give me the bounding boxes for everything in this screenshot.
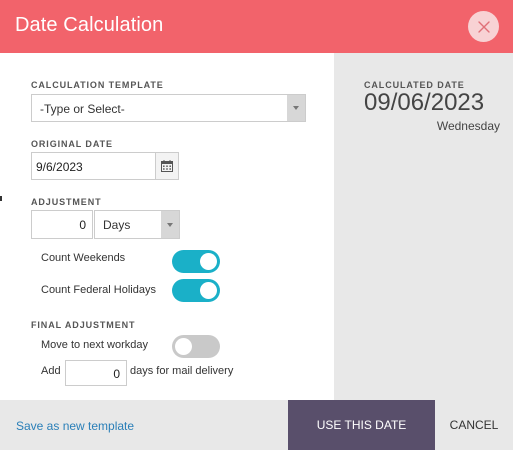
next-workday-label: Move to next workday: [41, 339, 148, 351]
edge-marker: [0, 196, 2, 201]
adjustment-amount-input[interactable]: 0: [31, 210, 93, 239]
adjustment-unit-select[interactable]: Days: [94, 210, 180, 239]
dialog-header: Date Calculation: [0, 0, 513, 53]
cancel-button[interactable]: CANCEL: [435, 400, 513, 450]
adjustment-unit-value: Days: [103, 218, 131, 232]
toggle-knob: [175, 338, 192, 355]
save-as-template-link[interactable]: Save as new template: [16, 419, 134, 433]
mail-days-value: 0: [113, 367, 120, 381]
calendar-icon: [161, 160, 173, 172]
close-icon: [477, 20, 490, 33]
next-workday-toggle[interactable]: [172, 335, 220, 358]
adjustment-label: ADJUSTMENT: [31, 197, 102, 207]
mail-days-input[interactable]: 0: [65, 360, 127, 386]
original-date-value: 9/6/2023: [36, 160, 83, 174]
count-holidays-toggle[interactable]: [172, 279, 220, 302]
close-button[interactable]: [468, 11, 499, 42]
adjustment-amount-value: 0: [79, 218, 86, 232]
calculated-weekday: Wednesday: [436, 119, 500, 133]
add-label: Add: [41, 365, 61, 377]
calendar-button[interactable]: [156, 152, 179, 180]
toggle-knob: [200, 253, 217, 270]
original-date-input[interactable]: 9/6/2023: [31, 152, 156, 180]
template-select[interactable]: -Type or Select-: [31, 94, 306, 122]
count-weekends-toggle[interactable]: [172, 250, 220, 273]
chevron-down-icon[interactable]: [287, 95, 305, 121]
dialog-title: Date Calculation: [15, 14, 164, 36]
use-this-date-button[interactable]: USE THIS DATE: [288, 400, 435, 450]
calculated-date-value: 09/06/2023: [364, 89, 485, 116]
toggle-knob: [200, 282, 217, 299]
count-weekends-label: Count Weekends: [41, 252, 126, 264]
original-date-label: ORIGINAL DATE: [31, 139, 113, 149]
template-label: CALCULATION TEMPLATE: [31, 80, 164, 90]
chevron-down-icon[interactable]: [161, 211, 179, 238]
form-panel: CALCULATION TEMPLATE -Type or Select- OR…: [0, 53, 334, 400]
template-select-value: -Type or Select-: [40, 102, 125, 116]
final-adjustment-label: FINAL ADJUSTMENT: [31, 320, 136, 330]
mail-days-suffix: days for mail delivery: [130, 365, 234, 377]
count-holidays-label: Count Federal Holidays: [41, 284, 156, 296]
dialog-footer: Save as new template USE THIS DATE CANCE…: [0, 400, 513, 450]
